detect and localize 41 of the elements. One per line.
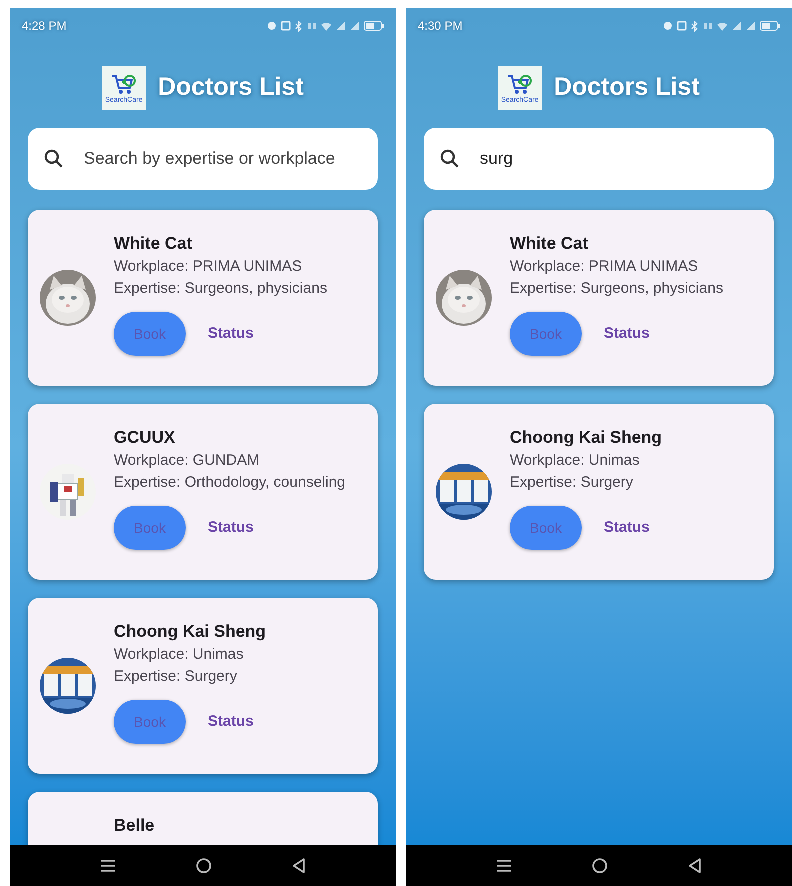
doctor-name: White Cat (510, 233, 590, 255)
home-icon[interactable] (196, 858, 212, 874)
bluetooth-icon (691, 20, 699, 32)
cart-icon (506, 72, 534, 96)
search-field[interactable]: surg (424, 128, 774, 190)
expertise-text: Expertise: Orthodology, counseling (114, 473, 346, 493)
battery-icon (760, 21, 780, 31)
status-button[interactable]: Status (198, 508, 264, 548)
workplace-text: Workplace: Unimas (510, 451, 641, 471)
workplace-text: Workplace: Unimas (114, 645, 245, 665)
status-button[interactable]: Status (198, 314, 264, 354)
battery-icon (364, 21, 384, 31)
workplace-text: Workplace: PRIMA UNIMAS (510, 257, 700, 277)
cart-icon (110, 72, 138, 96)
status-time: 4:28 PM (22, 18, 67, 35)
back-icon[interactable] (688, 858, 702, 874)
menu-icon[interactable] (100, 858, 116, 872)
search-icon (440, 149, 460, 169)
status-button[interactable]: Status (594, 314, 660, 354)
search-icon (44, 149, 64, 169)
workplace-text: Workplace: GUNDAM (114, 451, 261, 471)
menu-icon[interactable] (496, 858, 512, 872)
search-field[interactable]: Search by expertise or workplace (28, 128, 378, 190)
doctor-name: Choong Kai Sheng (510, 427, 662, 449)
doctor-name: Choong Kai Sheng (114, 621, 266, 643)
expertise-text: Expertise: Surgeons, physicians (114, 279, 328, 299)
home-icon[interactable] (592, 858, 608, 874)
expertise-text: Expertise: Surgery (114, 667, 238, 687)
bluetooth-icon (295, 20, 303, 32)
expertise-text: Expertise: Surgeons, physicians (510, 279, 724, 299)
doctor-name: GCUUX (114, 427, 176, 449)
status-button[interactable]: Status (594, 508, 660, 548)
expertise-text: Expertise: Surgery (510, 473, 634, 493)
page-title: Doctors List (554, 72, 700, 104)
workplace-text: Workplace: PRIMA UNIMAS (114, 257, 304, 277)
status-time: 4:30 PM (418, 18, 463, 35)
status-button[interactable]: Status (198, 702, 264, 742)
doctor-name: Belle (114, 815, 155, 837)
back-icon[interactable] (292, 858, 306, 874)
doctor-name: White Cat (114, 233, 194, 255)
page-title: Doctors List (158, 72, 304, 104)
